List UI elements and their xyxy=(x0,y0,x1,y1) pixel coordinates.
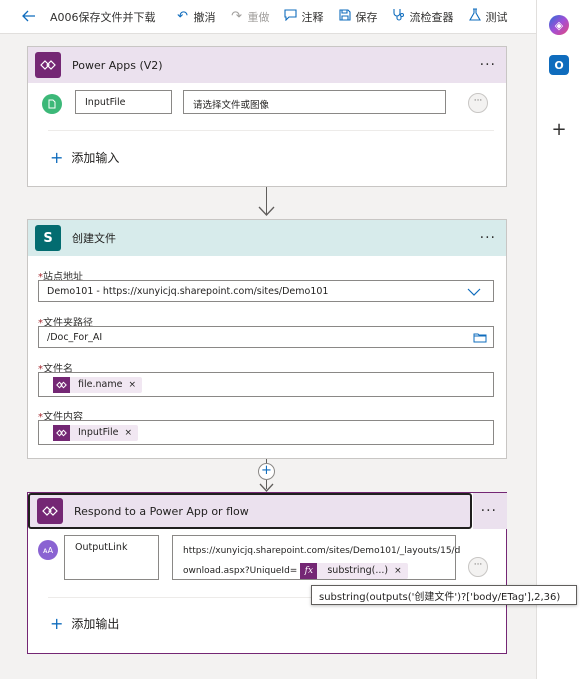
file-content-field[interactable]: InputFile × xyxy=(38,420,494,445)
stethoscope-icon xyxy=(392,8,406,25)
copilot-icon[interactable]: ◈ xyxy=(549,15,569,35)
create-file-action-card: S 创建文件 ··· *站点地址 Demo101 - https://xunyi… xyxy=(27,219,507,459)
dynamic-content-token[interactable]: InputFile × xyxy=(53,424,139,441)
remove-token-icon[interactable]: × xyxy=(125,428,133,438)
designer-canvas: Power Apps (V2) ··· InputFile 请选择文件或图像 ·… xyxy=(0,35,536,679)
dynamic-content-token[interactable]: file.name × xyxy=(53,376,142,393)
respond-action-card: Respond to a Power App or flow ··· ᴀA Ou… xyxy=(27,492,507,654)
power-apps-trigger-card: Power Apps (V2) ··· InputFile 请选择文件或图像 ·… xyxy=(27,46,507,187)
input-description-field[interactable]: 请选择文件或图像 xyxy=(183,90,446,114)
text-type-icon: ᴀA xyxy=(38,540,58,560)
add-input-button[interactable]: + 添加输入 xyxy=(50,148,119,167)
plus-icon: + xyxy=(50,148,64,167)
remove-token-icon[interactable]: × xyxy=(128,380,136,390)
flask-icon xyxy=(468,8,482,25)
undo-icon: ↶ xyxy=(177,9,188,24)
more-options-icon[interactable]: ··· xyxy=(481,503,497,519)
site-address-dropdown[interactable]: Demo101 - https://xunyicjq.sharepoint.co… xyxy=(38,280,494,302)
output-name-field[interactable]: OutputLink xyxy=(64,535,159,580)
divider xyxy=(48,130,494,131)
input-more-icon[interactable]: ··· xyxy=(468,93,488,113)
output-more-icon[interactable]: ··· xyxy=(468,557,488,577)
add-output-button[interactable]: + 添加输出 xyxy=(50,614,119,633)
flow-checker-button[interactable]: 流检查器 xyxy=(392,8,454,25)
header-extension: ··· xyxy=(473,493,507,529)
file-name-field[interactable]: file.name × xyxy=(38,372,494,397)
file-icon xyxy=(42,94,62,114)
connector-arrow-icon xyxy=(258,206,275,216)
card-title: Power Apps (V2) xyxy=(72,58,163,72)
save-icon xyxy=(338,8,352,25)
power-apps-logo-icon xyxy=(37,498,63,524)
function-icon: fx xyxy=(300,563,318,579)
redo-icon: ↷ xyxy=(231,9,242,24)
add-icon[interactable]: + xyxy=(549,119,569,140)
comment-button[interactable]: 注释 xyxy=(284,8,324,25)
side-panel: ◈ O + xyxy=(536,0,580,679)
power-apps-token-icon xyxy=(53,424,70,441)
card-header[interactable]: Power Apps (V2) ··· xyxy=(28,47,506,83)
power-apps-token-icon xyxy=(53,376,70,393)
plus-icon: + xyxy=(50,614,64,633)
power-apps-logo-icon xyxy=(35,52,61,78)
comment-icon xyxy=(284,8,298,25)
card-title: Respond to a Power App or flow xyxy=(74,504,249,518)
more-options-icon[interactable]: ··· xyxy=(480,230,496,246)
card-title: 创建文件 xyxy=(72,232,116,245)
remove-token-icon[interactable]: × xyxy=(394,561,402,581)
save-button[interactable]: 保存 xyxy=(338,8,378,25)
expression-tooltip: substring(outputs('创建文件')?['body/ETag'],… xyxy=(311,585,577,605)
connector-arrow-icon xyxy=(259,483,274,492)
command-bar: A006保存文件并下载 ↶ 撤消 ↷ 重做 注释 保存 流检查器 测试 xyxy=(0,0,536,34)
card-header[interactable]: S 创建文件 ··· xyxy=(28,220,506,256)
chevron-down-icon xyxy=(467,288,481,296)
insert-step-button[interactable]: + xyxy=(258,463,275,480)
folder-icon[interactable] xyxy=(473,332,487,343)
more-options-icon[interactable]: ··· xyxy=(480,57,496,73)
expression-token[interactable]: fx substring(...) × xyxy=(300,561,408,581)
output-value-field[interactable]: https://xunyicjq.sharepoint.com/sites/De… xyxy=(172,535,460,581)
redo-button[interactable]: ↷ 重做 xyxy=(230,9,269,25)
input-name-field[interactable]: InputFile xyxy=(75,90,172,114)
undo-button[interactable]: ↶ 撤消 xyxy=(176,9,215,25)
card-header[interactable]: Respond to a Power App or flow xyxy=(28,493,472,529)
sharepoint-logo-icon: S xyxy=(35,225,61,251)
flow-title: A006保存文件并下载 xyxy=(50,10,156,24)
back-arrow-icon[interactable] xyxy=(22,8,38,26)
outlook-icon[interactable]: O xyxy=(549,55,569,75)
folder-path-field[interactable]: /Doc_For_AI xyxy=(38,326,494,348)
test-button[interactable]: 测试 xyxy=(468,8,508,25)
